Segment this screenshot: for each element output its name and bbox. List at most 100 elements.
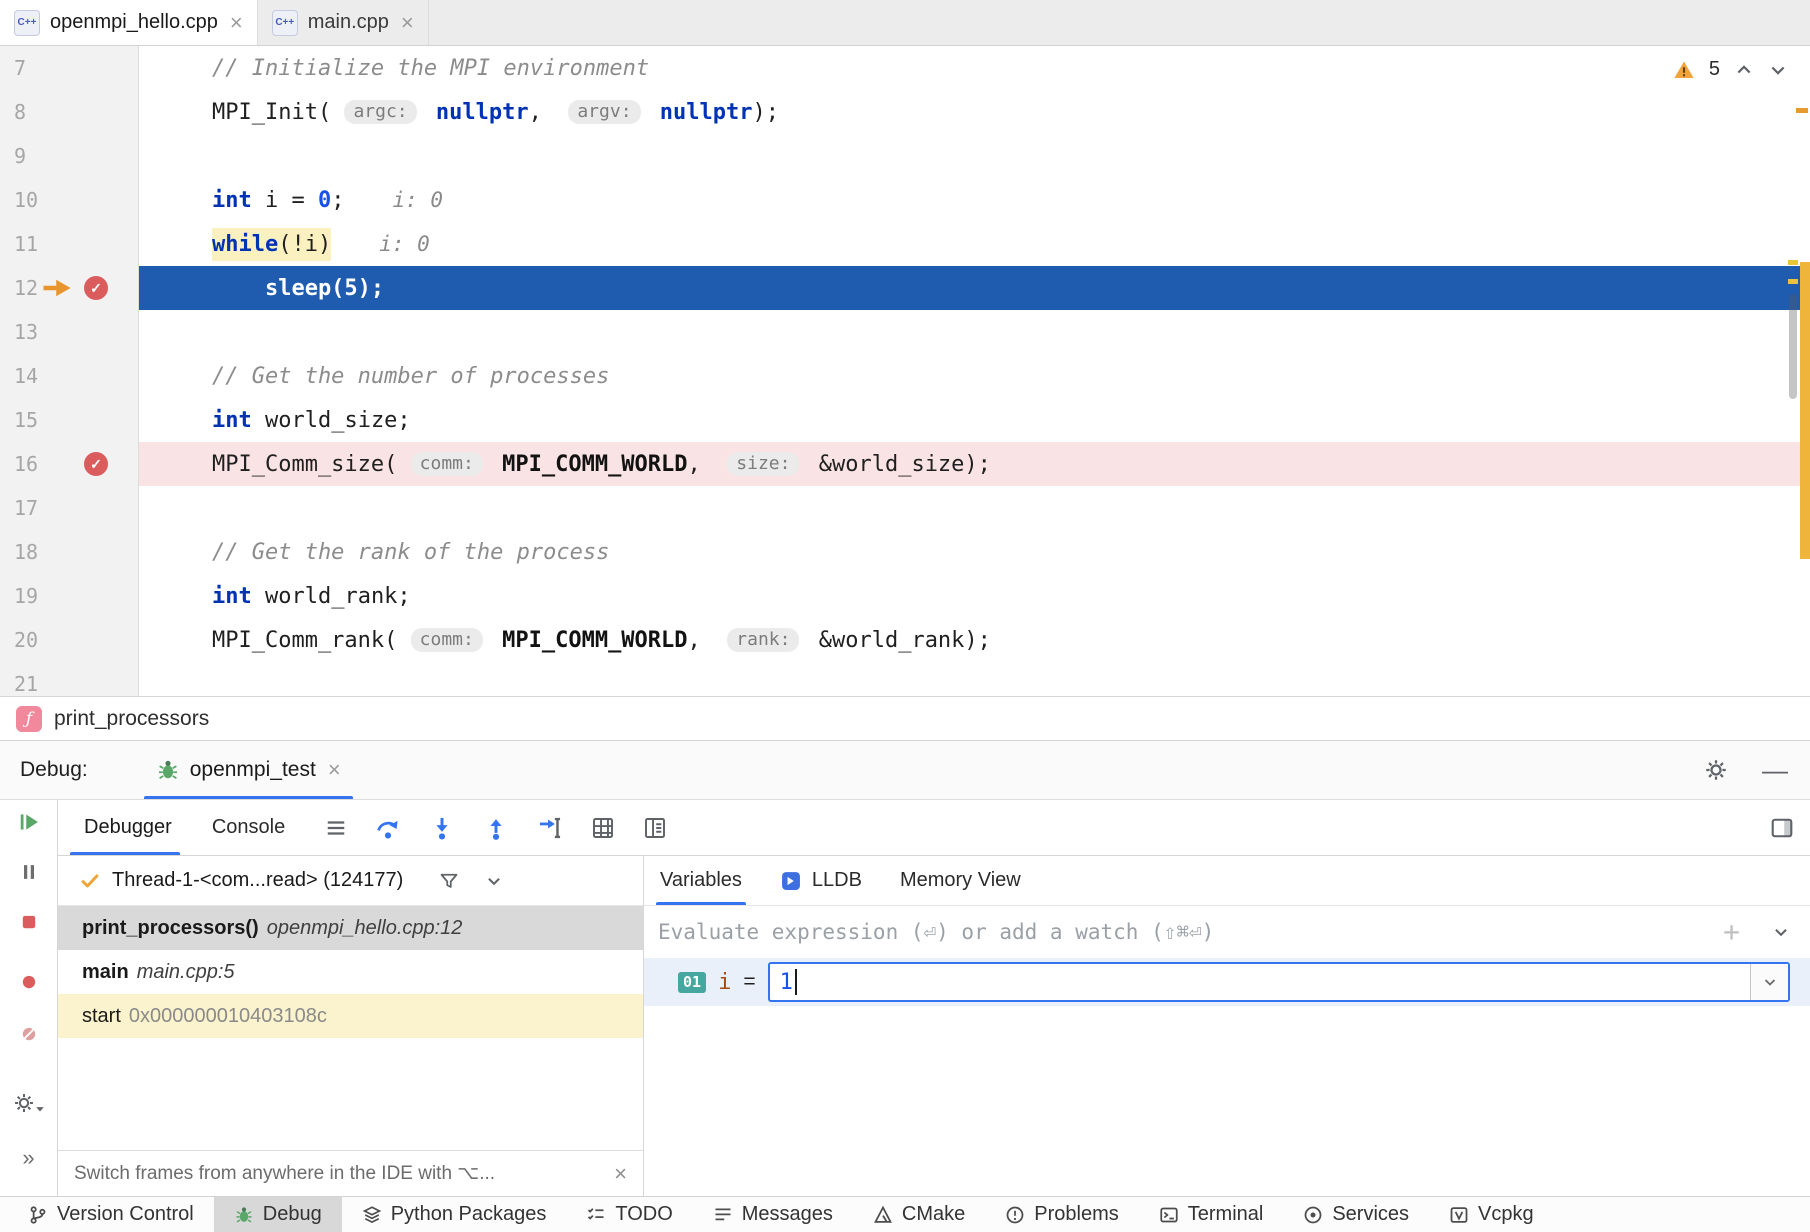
resume-icon[interactable]	[18, 810, 40, 834]
editor-tab[interactable]: C++openmpi_hello.cpp×	[0, 0, 258, 45]
columns-view-icon[interactable]	[643, 816, 667, 840]
filter-funnel-icon[interactable]	[439, 871, 459, 891]
thread-selector[interactable]: Thread-1-<com...read> (124177)	[58, 856, 643, 906]
step-into-icon[interactable]	[429, 815, 455, 841]
code-text[interactable]	[139, 310, 1810, 354]
breadcrumb-function[interactable]: print_processors	[54, 707, 209, 731]
gutter[interactable]: 15	[0, 398, 139, 442]
analysis-highlight-bar[interactable]	[1800, 262, 1810, 559]
scrollbar-thumb[interactable]	[1789, 294, 1797, 399]
editor-tab[interactable]: C++main.cpp×	[258, 0, 429, 45]
tab-variables[interactable]: Variables	[646, 856, 756, 905]
statusbar-item-terminal[interactable]: Terminal	[1139, 1197, 1284, 1232]
tab-memory-view[interactable]: Memory View	[886, 856, 1035, 905]
gutter[interactable]: 12✓	[0, 266, 139, 310]
code-editor[interactable]: 7 // Initialize the MPI environment8 MPI…	[0, 46, 1810, 696]
breakpoint-icon[interactable]: ✓	[84, 276, 108, 300]
statusbar-item-cmake[interactable]: CMake	[853, 1197, 985, 1232]
code-text[interactable]: // Get the number of processes	[139, 354, 1810, 398]
code-text[interactable]	[139, 134, 1810, 178]
statusbar-item-label: Terminal	[1188, 1203, 1264, 1226]
gear-icon[interactable]	[1704, 758, 1728, 782]
breakpoint-icon[interactable]: ✓	[84, 452, 108, 476]
tab-console[interactable]: Console	[192, 800, 305, 855]
gutter[interactable]: 10	[0, 178, 139, 222]
error-stripe-mark[interactable]	[1788, 260, 1798, 265]
debug-session-name: openmpi_test	[190, 758, 316, 782]
step-over-icon[interactable]	[375, 815, 401, 841]
gutter[interactable]: 7	[0, 46, 139, 90]
hidden-actions-icon[interactable]: »	[22, 1146, 34, 1170]
code-text[interactable]: MPI_Init( argc: nullptr, argv: nullptr);	[139, 90, 1810, 134]
grid-view-icon[interactable]	[591, 816, 615, 840]
statusbar-item-messages[interactable]: Messages	[693, 1197, 853, 1232]
statusbar-item-problems[interactable]: Problems	[985, 1197, 1138, 1232]
gutter[interactable]: 14	[0, 354, 139, 398]
add-watch-icon[interactable]: +	[1723, 918, 1740, 946]
gutter[interactable]: 20	[0, 618, 139, 662]
tab-close-icon[interactable]: ×	[401, 12, 414, 34]
gutter[interactable]: 19	[0, 574, 139, 618]
statusbar-item-python-packages[interactable]: Python Packages	[342, 1197, 567, 1232]
gutter[interactable]: 11	[0, 222, 139, 266]
gutter[interactable]: 8	[0, 90, 139, 134]
next-highlight-icon[interactable]	[1768, 60, 1788, 80]
stack-frame[interactable]: print_processors()openmpi_hello.cpp:12	[58, 906, 643, 950]
error-stripe-mark[interactable]	[1788, 279, 1798, 284]
code-text[interactable]: // Initialize the MPI environment	[139, 46, 1810, 90]
code-text[interactable]: int world_size;	[139, 398, 1810, 442]
close-session-icon[interactable]: ×	[328, 759, 341, 781]
mute-breakpoints-icon[interactable]	[20, 1022, 38, 1046]
gutter[interactable]: 16✓	[0, 442, 139, 486]
watch-value-input[interactable]: 1	[768, 962, 1790, 1002]
settings-gear-icon[interactable]	[13, 1090, 45, 1114]
stop-icon[interactable]	[20, 910, 38, 934]
code-token: int	[212, 188, 252, 213]
code-text[interactable]: int world_rank;	[139, 574, 1810, 618]
code-text[interactable]: int i = 0;i: 0	[139, 178, 1810, 222]
code-text[interactable]	[139, 662, 1810, 696]
watch-row: 01 i = 1	[644, 958, 1810, 1006]
code-text[interactable]: MPI_Comm_rank( comm: MPI_COMM_WORLD, ran…	[139, 618, 1810, 662]
more-options-icon[interactable]	[325, 817, 347, 839]
statusbar-item-debug[interactable]: Debug	[214, 1197, 342, 1232]
statusbar-item-vcpkg[interactable]: Vcpkg	[1429, 1197, 1554, 1232]
prev-highlight-icon[interactable]	[1734, 60, 1754, 80]
gutter[interactable]: 9	[0, 134, 139, 178]
stack-frame[interactable]: start0x000000010403108c	[58, 994, 643, 1038]
statusbar-item-services[interactable]: Services	[1283, 1197, 1429, 1232]
frames-hint-text: Switch frames from anywhere in the IDE w…	[74, 1162, 495, 1185]
minimize-icon[interactable]: —	[1762, 757, 1788, 783]
close-hint-icon[interactable]: ×	[614, 1163, 627, 1185]
code-text[interactable]: sleep(5);	[139, 266, 1810, 310]
evaluate-dropdown-chevron-icon[interactable]	[1772, 923, 1790, 941]
debug-header-actions: —	[1704, 741, 1810, 799]
step-out-icon[interactable]	[483, 815, 509, 841]
code-text[interactable]: // Get the rank of the process	[139, 530, 1810, 574]
code-text[interactable]: MPI_Comm_size( comm: MPI_COMM_WORLD, siz…	[139, 442, 1810, 486]
run-to-cursor-icon[interactable]	[537, 815, 563, 841]
value-dropdown-button[interactable]	[1750, 964, 1788, 1000]
view-breakpoints-icon[interactable]	[20, 970, 38, 994]
code-token	[159, 188, 212, 213]
layout-settings-icon[interactable]	[1770, 816, 1794, 840]
line-number: 9	[0, 144, 26, 168]
tab-lldb[interactable]: LLDB	[766, 856, 876, 905]
statusbar-item-todo[interactable]: TODO	[566, 1197, 692, 1232]
gutter[interactable]: 17	[0, 486, 139, 530]
error-stripe-mark[interactable]	[1796, 108, 1808, 113]
pause-icon[interactable]	[19, 860, 39, 884]
evaluate-expression-input[interactable]: Evaluate expression (⏎) or add a watch (…	[644, 906, 1810, 958]
stack-frame[interactable]: mainmain.cpp:5	[58, 950, 643, 994]
code-text[interactable]	[139, 486, 1810, 530]
gutter[interactable]: 13	[0, 310, 139, 354]
code-text[interactable]: while(!i)i: 0	[139, 222, 1810, 266]
debug-session-tab[interactable]: openmpi_test ×	[138, 741, 359, 799]
tab-close-icon[interactable]: ×	[230, 12, 243, 34]
thread-dropdown-chevron-icon[interactable]	[485, 872, 503, 890]
statusbar-item-version-control[interactable]: Version Control	[8, 1197, 214, 1232]
line-number: 13	[0, 320, 38, 344]
tab-debugger[interactable]: Debugger	[58, 800, 192, 855]
gutter[interactable]: 21	[0, 662, 139, 696]
gutter[interactable]: 18	[0, 530, 139, 574]
